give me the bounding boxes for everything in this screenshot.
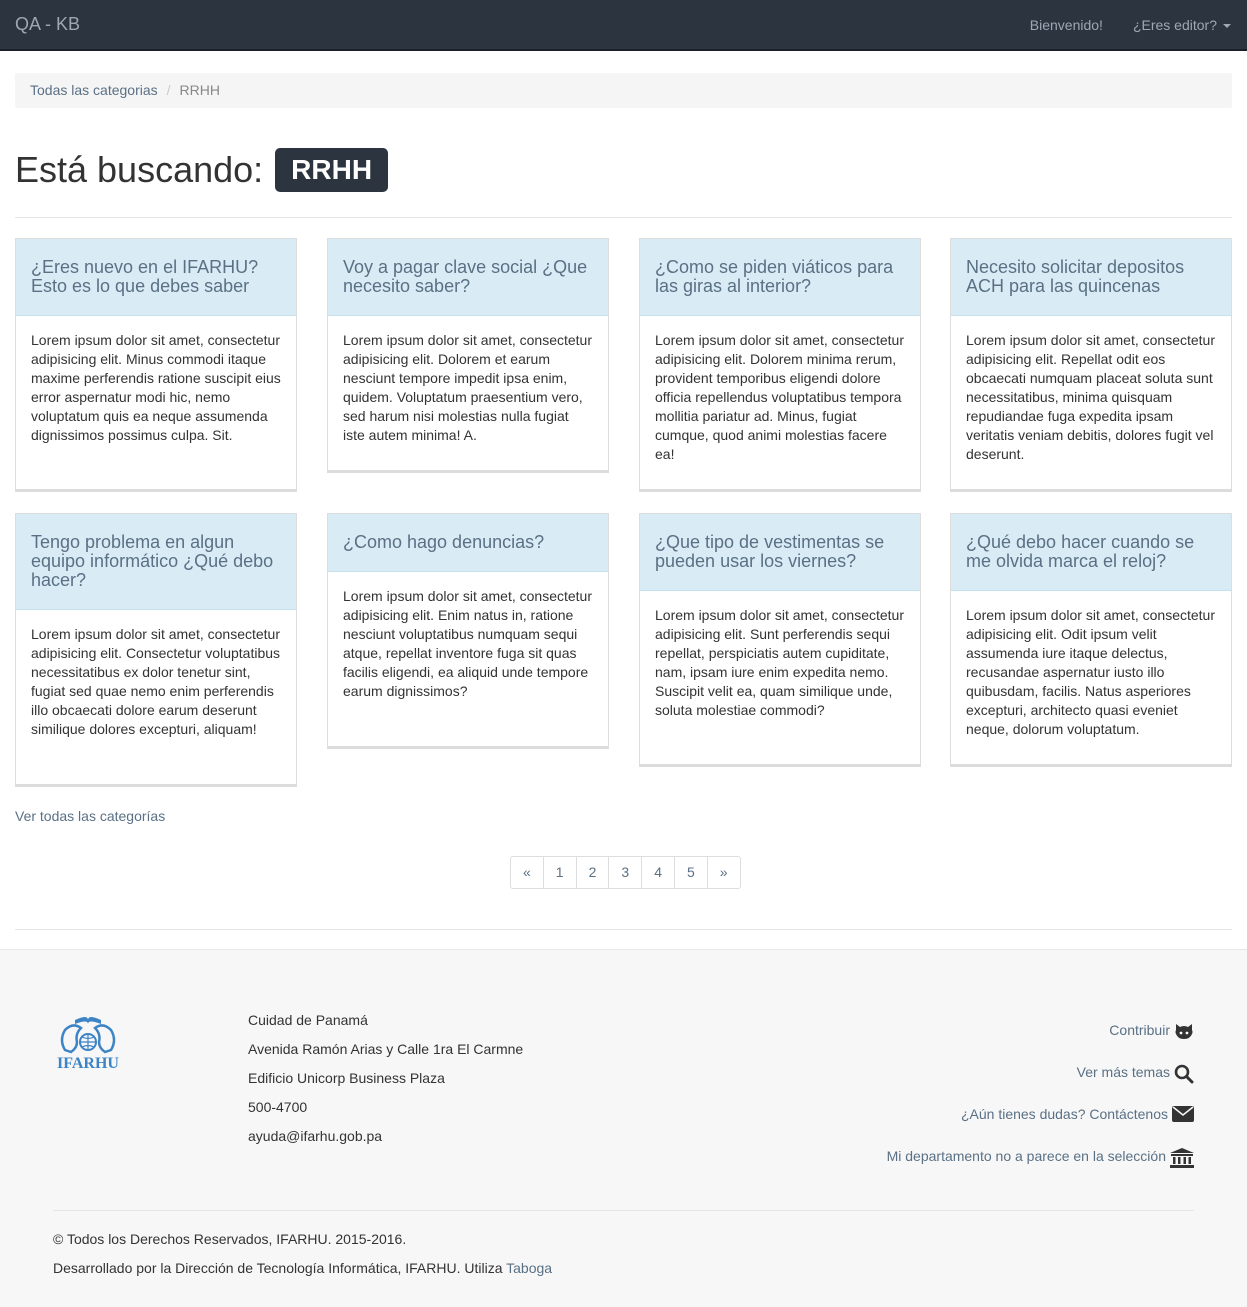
github-icon [1175, 1024, 1193, 1039]
card-body: Lorem ipsum dolor sit amet, consectetur … [31, 332, 281, 443]
address-phone: 500-4700 [248, 1099, 308, 1115]
pagination: « 1 2 3 4 5 » [510, 856, 741, 889]
card-body: Lorem ipsum dolor sit amet, consectetur … [343, 332, 592, 443]
institution-icon [1170, 1148, 1194, 1168]
question-card[interactable]: ¿Como hago denuncias? Lorem ipsum dolor … [327, 513, 609, 749]
footer-address: Cuidad de Panamá Avenida Ramón Arias y C… [248, 1012, 523, 1157]
card-body: Lorem ipsum dolor sit amet, consectetur … [655, 607, 904, 718]
card-body: Lorem ipsum dolor sit amet, consectetur … [343, 588, 592, 699]
contact-link[interactable]: ¿Aún tienes dudas? Contáctenos [887, 1106, 1194, 1148]
page-title-text: Está buscando: [15, 149, 264, 190]
caret-down-icon [1223, 24, 1231, 29]
search-icon [1174, 1064, 1194, 1084]
pagination-prev[interactable]: « [510, 856, 544, 889]
envelope-icon [1172, 1106, 1194, 1122]
welcome-link[interactable]: Bienvenido! [1030, 17, 1103, 33]
question-card[interactable]: Necesito solicitar depositos ACH para la… [950, 238, 1232, 492]
card-title[interactable]: Voy a pagar clave social ¿Que necesito s… [328, 239, 608, 316]
contact-label: ¿Aún tienes dudas? Contáctenos [960, 1106, 1168, 1122]
card-title[interactable]: ¿Eres nuevo en el IFARHU? Esto es lo que… [16, 239, 296, 316]
footer-links: Contribuir Ver más temas ¿Aún tienes dud… [887, 1022, 1194, 1190]
question-card[interactable]: Tengo problema en algun equipo informáti… [15, 513, 297, 787]
divider [15, 929, 1232, 930]
footer: IFARHU Cuidad de Panamá Avenida Ramón Ar… [0, 949, 1247, 1307]
developed-by-text: Desarrollado por la Dirección de Tecnolo… [53, 1260, 552, 1276]
developed-by-label: Desarrollado por la Dirección de Tecnolo… [53, 1260, 503, 1276]
search-tag-label: RRHH [275, 148, 389, 192]
more-topics-link[interactable]: Ver más temas [887, 1064, 1194, 1106]
address-street: Avenida Ramón Arias y Calle 1ra El Carmn… [248, 1041, 524, 1057]
see-all-categories-link[interactable]: Ver todas las categorías [15, 808, 165, 824]
breadcrumb-separator: / [166, 82, 171, 98]
editor-dropdown[interactable]: ¿Eres editor? [1133, 17, 1231, 33]
address-building: Edificio Unicorp Business Plaza [248, 1070, 445, 1086]
card-title[interactable]: ¿Como hago denuncias? [328, 514, 608, 572]
contribute-label: Contribuir [1109, 1022, 1170, 1038]
card-title[interactable]: Tengo problema en algun equipo informáti… [16, 514, 296, 610]
department-label: Mi departamento no a parece en la selecc… [886, 1148, 1166, 1164]
card-body: Lorem ipsum dolor sit amet, consectetur … [31, 626, 281, 737]
card-title[interactable]: Necesito solicitar depositos ACH para la… [951, 239, 1231, 316]
footer-divider [53, 1210, 1194, 1211]
logo-text: IFARHU [57, 1055, 119, 1072]
ifarhu-logo-icon: IFARHU [57, 1017, 119, 1072]
navbar-right: Bienvenido! ¿Eres editor? [1030, 17, 1231, 33]
breadcrumb: Todas las categorias / RRHH [15, 73, 1232, 108]
card-body: Lorem ipsum dolor sit amet, consectetur … [655, 332, 904, 462]
question-card[interactable]: Voy a pagar clave social ¿Que necesito s… [327, 238, 609, 473]
pagination-page-1[interactable]: 1 [542, 856, 577, 889]
card-body: Lorem ipsum dolor sit amet, consectetur … [966, 332, 1215, 462]
department-link[interactable]: Mi departamento no a parece en la selecc… [887, 1148, 1194, 1190]
copyright-text: © Todos los Derechos Reservados, IFARHU.… [53, 1231, 407, 1247]
question-card[interactable]: ¿Como se piden viáticos para las giras a… [639, 238, 921, 492]
breadcrumb-current: RRHH [179, 82, 220, 98]
pagination-page-2[interactable]: 2 [575, 856, 610, 889]
card-title[interactable]: ¿Como se piden viáticos para las giras a… [640, 239, 920, 316]
more-topics-label: Ver más temas [1076, 1064, 1170, 1080]
card-title[interactable]: ¿Que tipo de vestimentas se pueden usar … [640, 514, 920, 591]
pagination-page-4[interactable]: 4 [641, 856, 675, 889]
divider [15, 217, 1232, 218]
pagination-page-3[interactable]: 3 [608, 856, 643, 889]
address-city: Cuidad de Panamá [248, 1012, 368, 1028]
question-card[interactable]: ¿Eres nuevo en el IFARHU? Esto es lo que… [15, 238, 297, 492]
contribute-link[interactable]: Contribuir [887, 1022, 1194, 1064]
ifarhu-logo: IFARHU [53, 1010, 123, 1072]
editor-dropdown-label: ¿Eres editor? [1132, 17, 1217, 33]
address-email[interactable]: ayuda@ifarhu.gob.pa [248, 1128, 523, 1157]
pagination-next[interactable]: » [706, 856, 741, 889]
card-body: Lorem ipsum dolor sit amet, consectetur … [966, 607, 1215, 737]
question-card[interactable]: ¿Qué debo hacer cuando se me olvida marc… [950, 513, 1232, 767]
question-card[interactable]: ¿Que tipo de vestimentas se pueden usar … [639, 513, 921, 767]
brand-link[interactable]: QA - KB [15, 14, 80, 35]
card-title[interactable]: ¿Qué debo hacer cuando se me olvida marc… [951, 514, 1231, 591]
breadcrumb-all-categories[interactable]: Todas las categorias [30, 82, 158, 98]
top-navbar: QA - KB Bienvenido! ¿Eres editor? [0, 0, 1247, 51]
page-title: Está buscando: RRHH [15, 148, 389, 192]
pagination-page-5[interactable]: 5 [673, 856, 708, 889]
taboga-link[interactable]: Taboga [506, 1260, 552, 1276]
